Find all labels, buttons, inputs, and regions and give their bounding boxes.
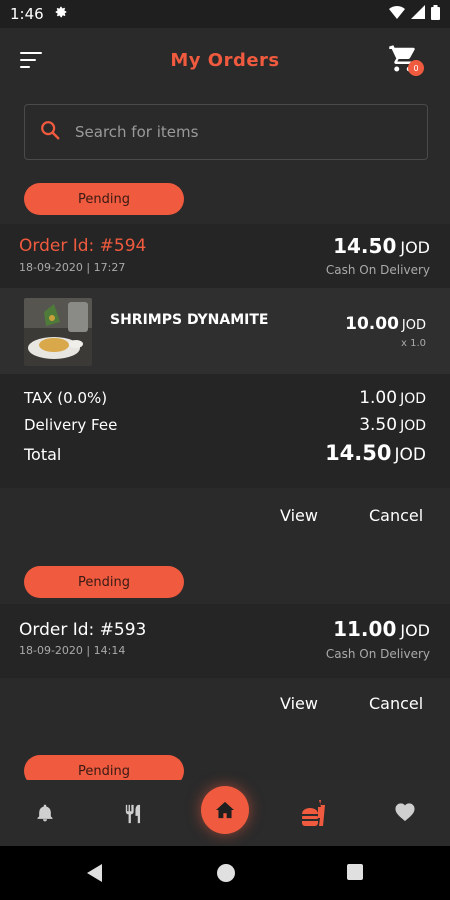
order-total-currency: JOD xyxy=(400,621,430,640)
page-title: My Orders xyxy=(170,49,280,71)
tax-row: TAX (0.0%) 1.00 JOD xyxy=(24,388,426,408)
status-time: 1:46 xyxy=(10,5,44,23)
status-badge: Pending xyxy=(24,183,184,215)
menu-icon-line xyxy=(20,59,36,61)
order-date: 18-09-2020 | 14:14 xyxy=(19,644,126,657)
order-total-currency: JOD xyxy=(400,238,430,257)
back-triangle-icon xyxy=(87,864,102,882)
total-value: 14.50 JOD xyxy=(325,441,426,465)
total-row: Total 14.50 JOD xyxy=(24,441,426,465)
home-tab[interactable] xyxy=(201,786,249,834)
order-id: Order Id: #594 xyxy=(19,236,147,256)
order-total: 11.00 JOD xyxy=(333,617,430,641)
item-image xyxy=(24,298,92,366)
cancel-button[interactable]: Cancel xyxy=(369,694,423,713)
tax-value: 1.00 JOD xyxy=(359,388,426,408)
burger-drink-icon xyxy=(302,800,325,826)
payment-method: Cash On Delivery xyxy=(325,647,430,661)
total-amount: 14.50 xyxy=(325,441,392,465)
recents-square-icon xyxy=(347,864,363,880)
heart-icon xyxy=(395,803,415,822)
settings-gear-icon xyxy=(54,5,68,23)
system-navigation-bar xyxy=(0,846,450,900)
notifications-tab[interactable] xyxy=(35,802,55,828)
order-total: 14.50 JOD xyxy=(333,234,430,258)
delivery-fee-row: Delivery Fee 3.50 JOD xyxy=(24,415,426,435)
order-item-row[interactable]: SHRIMPS DYNAMITE 10.00 JOD x 1.0 xyxy=(0,288,450,374)
menu-icon-line xyxy=(20,66,30,68)
view-button[interactable]: View xyxy=(280,506,318,525)
status-bar: 1:46 xyxy=(0,0,450,28)
menu-icon-line xyxy=(20,52,42,54)
item-quantity: x 1.0 xyxy=(401,338,426,349)
orders-tab[interactable] xyxy=(300,798,330,832)
order-summary: TAX (0.0%) 1.00 JOD Delivery Fee 3.50 JOD … xyxy=(0,374,450,488)
item-name: SHRIMPS DYNAMITE xyxy=(110,312,269,328)
app-header: My Orders 0 xyxy=(0,28,450,92)
tax-amount: 1.00 xyxy=(359,388,398,408)
delivery-fee-currency: JOD xyxy=(400,418,426,434)
delivery-fee-amount: 3.50 xyxy=(359,415,398,435)
order-total-amount: 14.50 xyxy=(333,234,397,258)
fork-knife-icon xyxy=(125,804,141,824)
status-badge: Pending xyxy=(24,566,184,598)
search-input[interactable] xyxy=(75,123,395,141)
order-id: Order Id: #593 xyxy=(19,620,147,640)
order-date: 18-09-2020 | 17:27 xyxy=(19,261,126,274)
order-actions: View Cancel xyxy=(0,488,450,544)
delivery-fee-value: 3.50 JOD xyxy=(359,415,426,435)
bottom-navigation xyxy=(0,780,450,846)
favorites-tab[interactable] xyxy=(394,802,416,826)
payment-method: Cash On Delivery xyxy=(325,263,430,277)
home-system-button[interactable] xyxy=(216,863,236,887)
cart-count-badge: 0 xyxy=(408,60,424,76)
signal-icon xyxy=(411,5,425,23)
cart-button[interactable]: 0 xyxy=(388,42,424,78)
delivery-fee-label: Delivery Fee xyxy=(24,416,118,434)
view-button[interactable]: View xyxy=(280,694,318,713)
battery-icon xyxy=(431,4,440,24)
tax-label: TAX (0.0%) xyxy=(24,389,108,407)
bell-icon xyxy=(37,804,53,822)
total-currency: JOD xyxy=(394,445,427,465)
search-box[interactable] xyxy=(24,104,428,160)
order-total-amount: 11.00 xyxy=(333,617,397,641)
item-price: 10.00 JOD xyxy=(345,314,426,334)
menu-tab[interactable] xyxy=(124,802,146,830)
search-icon xyxy=(39,119,61,145)
total-label: Total xyxy=(24,445,62,464)
home-icon xyxy=(216,801,234,819)
order-actions: View Cancel xyxy=(0,678,450,734)
back-button[interactable] xyxy=(86,863,104,887)
menu-button[interactable] xyxy=(20,52,44,70)
home-circle-icon xyxy=(217,864,235,882)
wifi-icon xyxy=(389,5,405,23)
cancel-button[interactable]: Cancel xyxy=(369,506,423,525)
order-header[interactable]: Order Id: #593 18-09-2020 | 14:14 11.00 J… xyxy=(0,604,450,678)
item-price-currency: JOD xyxy=(401,318,426,333)
tax-currency: JOD xyxy=(400,391,426,407)
recents-button[interactable] xyxy=(346,863,364,885)
order-header[interactable]: Order Id: #594 18-09-2020 | 17:27 14.50 J… xyxy=(0,224,450,288)
item-price-value: 10.00 xyxy=(345,314,399,334)
